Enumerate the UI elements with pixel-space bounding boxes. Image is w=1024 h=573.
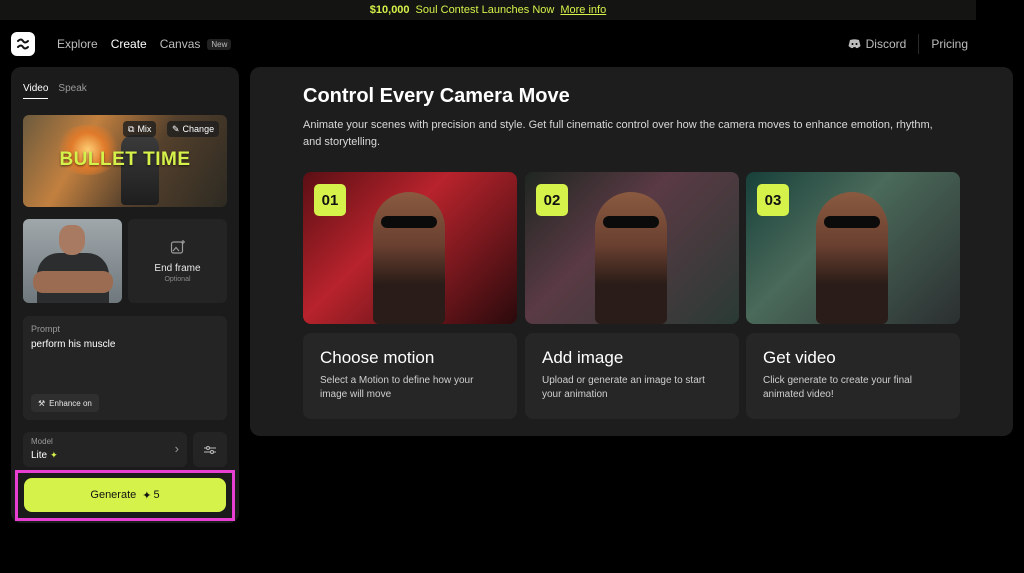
step-number-1: 01 [314,184,346,216]
create-panel: Video Speak BULLET TIME ⧉ Mix ✎ Change E… [11,67,239,523]
prompt-label: Prompt [31,324,61,334]
nav-explore[interactable]: Explore [57,37,98,51]
step-card-choose-motion: Choose motion Select a Motion to define … [303,333,517,419]
step-shades-2 [603,216,659,228]
step-desc-1: Select a Motion to define how your image… [320,375,474,400]
enhance-label: Enhance on [49,398,92,408]
mix-label: Mix [137,124,152,134]
photo-head [59,225,85,255]
page-description: Animate your scenes with precision and s… [303,119,933,148]
generate-label: Generate [90,489,137,501]
step-card-get-video: Get video Click generate to create your … [746,333,960,419]
motion-preset-card[interactable]: BULLET TIME ⧉ Mix ✎ Change [23,115,227,207]
prompt-text[interactable]: perform his muscle [31,339,115,350]
step-desc-3: Click generate to create your final anim… [763,375,912,400]
chevron-right-icon: › [174,441,179,456]
step-number-2: 02 [536,184,568,216]
motion-title: BULLET TIME [59,149,191,170]
step-person-2 [595,192,667,324]
step-image-2: 02 [525,172,739,324]
step-image-3: 03 [746,172,960,324]
tab-speak[interactable]: Speak [58,83,86,99]
step-desc-2: Upload or generate an image to start you… [542,375,705,400]
prompt-box[interactable]: Prompt perform his muscle ⚒ Enhance on [23,316,227,420]
logo-icon [17,38,29,50]
step-person-1 [373,192,445,324]
banner-text: Soul Contest Launches Now [415,4,555,16]
settings-button[interactable] [193,432,227,467]
step-title-3: Get video [763,348,836,367]
generate-credits: 5 [153,489,160,501]
logo[interactable] [11,32,35,56]
generate-highlight: Generate ✦ 5 [15,470,235,521]
banner-more-info-link[interactable]: More info [560,4,606,16]
enhance-toggle[interactable]: ⚒ Enhance on [31,394,99,412]
nav-create[interactable]: Create [111,37,147,51]
banner-amount: $10,000 [369,4,410,16]
end-frame-upload[interactable]: End frame Optional [128,219,227,303]
step-person-3 [816,192,888,324]
info-panel: Control Every Camera Move Animate your s… [250,67,1013,436]
start-frame-image[interactable] [23,219,122,303]
tab-video[interactable]: Video [23,83,49,99]
sparkle-icon: ✦ [50,450,58,460]
add-image-icon [170,240,185,254]
step-shades-1 [381,216,437,228]
photo-arms [33,271,113,293]
magic-wand-icon: ⚒ [38,398,46,408]
end-frame-label: End frame [154,263,201,274]
new-badge: New [207,38,232,50]
change-label: Change [182,124,215,134]
page-title: Control Every Camera Move [303,85,570,107]
model-selector[interactable]: Model Lite ✦ › [23,432,187,467]
discord-link[interactable]: Discord [848,34,920,54]
discord-icon [848,39,861,49]
change-button[interactable]: ✎ Change [167,121,220,137]
step-title-2: Add image [542,348,624,367]
mix-icon: ⧉ [128,123,135,134]
model-value: Lite [31,450,48,461]
sparkle-credits-icon: ✦ [142,489,152,502]
nav-pricing[interactable]: Pricing [931,37,968,51]
end-frame-optional: Optional [164,276,191,283]
pencil-icon: ✎ [172,123,180,134]
step-shades-3 [824,216,880,228]
model-label: Model [31,437,53,446]
top-nav: Explore Create Canvas New Discord Pricin… [0,22,1024,66]
promo-banner: $10,000 Soul Contest Launches Now More i… [0,0,976,20]
step-image-1: 01 [303,172,517,324]
mix-button[interactable]: ⧉ Mix [123,121,157,137]
discord-label: Discord [865,37,907,51]
generate-button[interactable]: Generate ✦ 5 [24,478,226,512]
nav-canvas[interactable]: Canvas [160,37,201,51]
step-card-add-image: Add image Upload or generate an image to… [525,333,739,419]
sliders-icon [204,445,216,454]
step-title-1: Choose motion [320,348,435,367]
step-number-3: 03 [757,184,789,216]
